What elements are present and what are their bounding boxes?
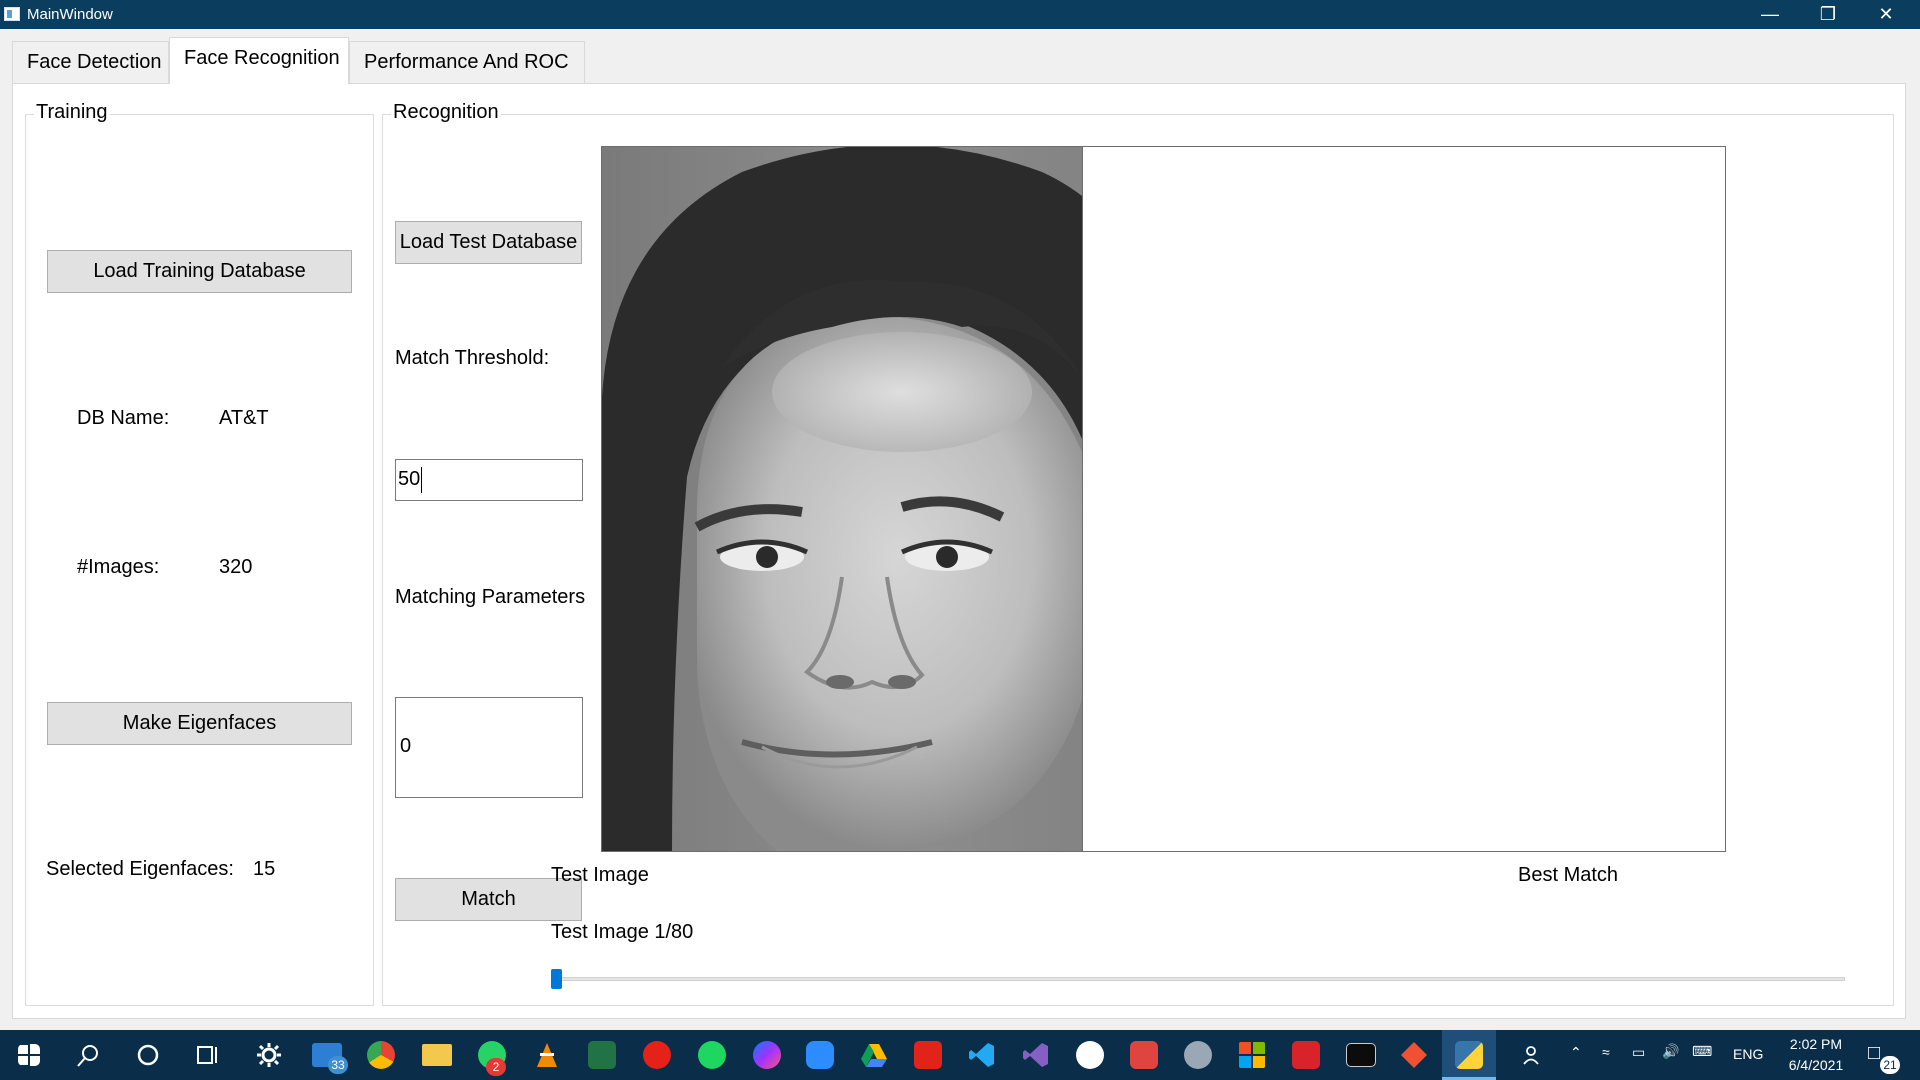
best-match-caption: Best Match [1518, 864, 1619, 886]
youtube-music-icon[interactable] [643, 1041, 671, 1069]
matching-parameters-field[interactable]: 0 [395, 697, 583, 798]
test-image-caption: Test Image [551, 864, 649, 886]
notifications-badge: 21 [1880, 1056, 1900, 1074]
volume-icon[interactable]: 🔊 [1662, 1043, 1679, 1060]
people-icon[interactable] [1522, 1043, 1546, 1067]
visual-studio-icon[interactable] [1022, 1041, 1050, 1069]
language-indicator[interactable]: ENG [1733, 1046, 1763, 1062]
match-threshold-value: 50 [398, 468, 421, 490]
best-match-frame [1082, 146, 1726, 852]
python-active-app[interactable] [1442, 1030, 1496, 1080]
images-count-label: #Images: [77, 556, 160, 578]
clock-date[interactable]: 6/4/2021 [1780, 1057, 1852, 1073]
messenger-icon[interactable] [753, 1041, 781, 1069]
test-image-slider-handle[interactable] [551, 969, 562, 989]
office-icon[interactable] [1238, 1041, 1266, 1069]
selected-eigenfaces-value: 15 [253, 858, 276, 880]
git-icon[interactable] [1400, 1041, 1428, 1069]
acrobat-reader-icon[interactable] [914, 1041, 942, 1069]
app-icon [4, 7, 20, 21]
battery-icon[interactable]: ▭ [1632, 1044, 1645, 1061]
test-image-counter: Test Image 1/80 [551, 921, 694, 943]
wifi-icon[interactable]: ≈ [1602, 1044, 1610, 1060]
chrome-icon[interactable] [367, 1041, 395, 1069]
recognition-group-title: Recognition [391, 101, 501, 124]
tab-performance-and-roc[interactable]: Performance And ROC [349, 41, 585, 83]
google-drive-icon[interactable] [860, 1041, 888, 1069]
restore-button[interactable]: ❐ [1799, 0, 1857, 29]
match-threshold-input[interactable]: 50 [395, 459, 583, 501]
training-group-title: Training [34, 101, 110, 124]
taskbar: 33 2 ⌃ ≈ ▭ 🔊 ⌨ ENG 2:02 PM 6/4/2021 □ 21 [0, 1030, 1920, 1080]
search-icon[interactable] [76, 1044, 100, 1068]
zoom-icon[interactable] [806, 1041, 834, 1069]
tab-face-recognition[interactable]: Face Recognition [169, 37, 349, 84]
windows-start-icon[interactable] [18, 1044, 40, 1066]
cortana-icon[interactable] [136, 1043, 160, 1067]
qt-designer-icon[interactable] [1184, 1041, 1212, 1069]
db-name-value: AT&T [219, 407, 269, 429]
db-name-label: DB Name: [77, 407, 170, 429]
recorder-icon[interactable] [1130, 1041, 1158, 1069]
window-title: MainWindow [27, 6, 113, 23]
recognition-group: Recognition Load Test Database Match Thr… [382, 101, 1894, 1006]
excel-icon[interactable] [588, 1041, 616, 1069]
vscode-icon[interactable] [968, 1041, 996, 1069]
package-icon[interactable] [1292, 1041, 1320, 1069]
python-icon [1455, 1041, 1483, 1069]
minimize-button[interactable]: — [1741, 0, 1799, 29]
images-count-value: 320 [219, 556, 253, 578]
match-threshold-label: Match Threshold: [395, 347, 550, 369]
load-training-database-button[interactable]: Load Training Database [47, 250, 352, 293]
vlc-icon[interactable] [533, 1041, 561, 1069]
notifications-icon[interactable]: □ [1868, 1042, 1880, 1065]
keyboard-icon[interactable]: ⌨ [1692, 1043, 1712, 1060]
clock-time[interactable]: 2:02 PM [1785, 1036, 1847, 1052]
task-view-icon[interactable] [196, 1043, 220, 1067]
make-eigenfaces-button[interactable]: Make Eigenfaces [47, 702, 352, 745]
test-image-slider-track[interactable] [551, 977, 1845, 981]
training-group: Training Load Training Database DB Name:… [25, 101, 374, 1006]
title-bar: MainWindow — ❐ ✕ [0, 0, 1920, 29]
settings-gear-icon[interactable] [256, 1042, 282, 1068]
terminal-icon[interactable] [1346, 1043, 1376, 1067]
mail-badge: 33 [328, 1056, 348, 1074]
text-caret [421, 466, 423, 493]
selected-eigenfaces-label: Selected Eigenfaces: [46, 858, 234, 880]
face-recognition-panel: Training Load Training Database DB Name:… [12, 83, 1906, 1019]
matching-parameters-label: Matching Parameters [395, 586, 586, 608]
chevron-up-icon[interactable]: ⌃ [1570, 1044, 1582, 1061]
whatsapp-badge: 2 [486, 1058, 506, 1076]
file-explorer-icon[interactable] [422, 1044, 452, 1066]
word-online-icon[interactable] [1076, 1041, 1104, 1069]
spotify-icon[interactable] [698, 1041, 726, 1069]
load-test-database-button[interactable]: Load Test Database [395, 221, 582, 264]
tab-face-detection[interactable]: Face Detection [12, 41, 169, 83]
close-button[interactable]: ✕ [1857, 0, 1915, 29]
